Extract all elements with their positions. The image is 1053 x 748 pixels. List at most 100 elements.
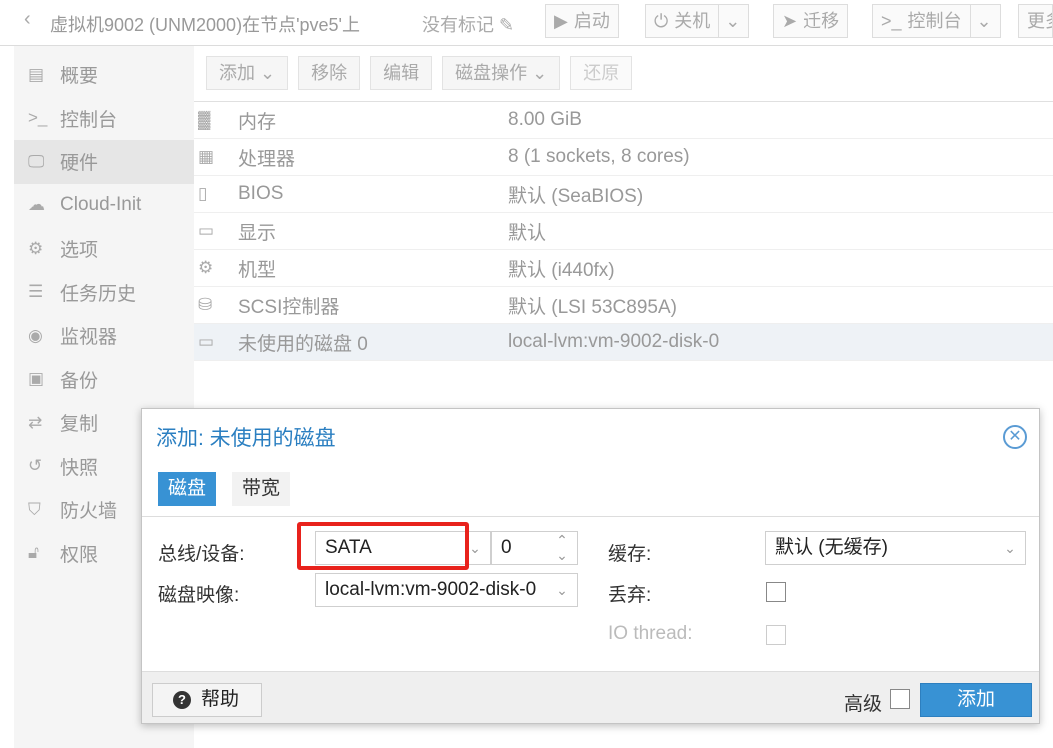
edit-button[interactable]: 编辑 bbox=[370, 56, 433, 90]
chevron-down-icon[interactable]: ⌄ bbox=[995, 532, 1025, 564]
dialog-title: 添加: 未使用的磁盘 bbox=[156, 426, 336, 450]
advanced-label: 高级 bbox=[844, 694, 883, 715]
unlock-icon: 🔓︎ bbox=[28, 543, 40, 563]
sidebar-item-summary[interactable]: ▤ 概要 bbox=[14, 53, 194, 97]
sidebar-item-label: 监视器 bbox=[60, 327, 118, 349]
revert-button[interactable]: 还原 bbox=[570, 56, 633, 90]
sidebar-item-label: 权限 bbox=[60, 544, 99, 566]
sidebar-item-monitor[interactable]: ◉ 监视器 bbox=[14, 314, 194, 358]
power-icon: ⏻ bbox=[654, 11, 669, 31]
discard-checkbox[interactable] bbox=[766, 582, 786, 602]
discard-label: 丢弃: bbox=[608, 585, 652, 606]
add-confirm-button[interactable]: 添加 bbox=[920, 683, 1032, 717]
hardware-row-memory[interactable]: ▓ 内存 8.00 GiB bbox=[194, 102, 1053, 139]
disk-action-button[interactable]: 磁盘操作 ⌄ bbox=[442, 56, 561, 90]
hardware-row-processor[interactable]: ▦ 处理器 8 (1 sockets, 8 cores) bbox=[194, 139, 1053, 176]
help-label: 帮助 bbox=[201, 689, 240, 710]
gear-icon: ⚙ bbox=[28, 238, 44, 258]
chevron-down-icon[interactable]: ⌄ bbox=[718, 5, 740, 37]
chevron-left-icon[interactable]: ‹ bbox=[24, 8, 31, 31]
book-icon: ▤ bbox=[28, 64, 45, 84]
floppy-icon: ▣ bbox=[28, 369, 45, 389]
play-icon: ▶ bbox=[554, 11, 568, 31]
hardware-row-display[interactable]: ▭ 显示 默认 bbox=[194, 213, 1053, 250]
remove-button[interactable]: 移除 bbox=[298, 56, 361, 90]
hardware-value: local-lvm:vm-9002-disk-0 bbox=[508, 331, 720, 352]
hardware-name: 未使用的磁盘 0 bbox=[238, 333, 368, 355]
sidebar-item-task-history[interactable]: ☰ 任务历史 bbox=[14, 271, 194, 315]
dialog-tabs: 磁盘 带宽 bbox=[158, 472, 291, 506]
sidebar-item-console[interactable]: >_ 控制台 bbox=[14, 97, 194, 141]
device-number-stepper[interactable]: 0 ⌃ ⌄ bbox=[491, 531, 578, 565]
bus-device-label: 总线/设备: bbox=[158, 544, 245, 565]
help-button[interactable]: ? 帮助 bbox=[152, 683, 262, 717]
sidebar-item-options[interactable]: ⚙ 选项 bbox=[14, 227, 194, 271]
header-bar: ‹ 虚拟机9002 (UNM2000)在节点'pve5'上 没有标记 ✎ ▶ 启动… bbox=[0, 0, 1053, 46]
spinner-icon[interactable]: ⌃ ⌄ bbox=[547, 532, 577, 564]
advanced-checkbox[interactable] bbox=[890, 689, 910, 709]
disk-image-select[interactable]: local-lvm:vm-9002-disk-0 ⌄ bbox=[315, 573, 578, 607]
sidebar-item-label: Cloud-Init bbox=[60, 194, 142, 216]
sidebar-item-hardware[interactable]: 🖵 硬件 bbox=[14, 140, 194, 184]
hardware-name: 显示 bbox=[238, 222, 277, 244]
sidebar-item-label: 任务历史 bbox=[60, 283, 137, 305]
disk-image-label: 磁盘映像: bbox=[158, 585, 240, 606]
sidebar-item-label: 控制台 bbox=[60, 109, 118, 131]
tags-label[interactable]: 没有标记 ✎ bbox=[422, 11, 514, 37]
sidebar-item-label: 快照 bbox=[60, 457, 99, 479]
desktop-icon: ▭ bbox=[198, 221, 215, 240]
more-button[interactable]: 更多 bbox=[1018, 4, 1053, 38]
monitor-icon: 🖵 bbox=[28, 151, 45, 171]
device-number-value: 0 bbox=[501, 537, 512, 558]
sidebar-item-label: 硬件 bbox=[60, 153, 99, 175]
sidebar-item-backup[interactable]: ▣ 备份 bbox=[14, 358, 194, 402]
sidebar-item-label: 概要 bbox=[60, 66, 99, 88]
chevron-down-icon: ⌄ bbox=[532, 63, 548, 83]
hardware-name: BIOS bbox=[238, 183, 284, 204]
cloud-icon: ☁ bbox=[28, 195, 45, 215]
migrate-label: 迁移 bbox=[803, 11, 840, 31]
sidebar-item-cloud-init[interactable]: ☁ Cloud-Init bbox=[14, 184, 194, 228]
migrate-button[interactable]: ➤ 迁移 bbox=[773, 4, 849, 38]
sidebar-item-label: 选项 bbox=[60, 240, 99, 262]
tab-bandwidth[interactable]: 带宽 bbox=[232, 472, 291, 506]
add-disk-dialog: 添加: 未使用的磁盘 ✕ 磁盘 带宽 总线/设备: SATA ⌄ 0 ⌃ ⌄ 磁盘映像… bbox=[141, 408, 1040, 724]
dialog-header: 添加: 未使用的磁盘 bbox=[142, 409, 1039, 464]
page-title: 虚拟机9002 (UNM2000)在节点'pve5'上 bbox=[50, 15, 360, 35]
iothread-checkbox[interactable] bbox=[766, 625, 786, 645]
dialog-form: 总线/设备: SATA ⌄ 0 ⌃ ⌄ 磁盘映像: local-lvm:vm-9002… bbox=[142, 516, 1039, 671]
terminal-icon: >_ bbox=[881, 11, 902, 31]
hardware-row-machine[interactable]: ⚙ 机型 默认 (i440fx) bbox=[194, 250, 1053, 287]
add-button[interactable]: 添加 ⌄ bbox=[206, 56, 289, 90]
hardware-row-bios[interactable]: ▯ BIOS 默认 (SeaBIOS) bbox=[194, 176, 1053, 213]
highlight-box bbox=[297, 522, 469, 570]
cpu-icon: ▦ bbox=[198, 147, 215, 166]
hardware-value: 默认 (i440fx) bbox=[508, 259, 615, 281]
cache-label: 缓存: bbox=[608, 544, 652, 565]
console-button[interactable]: >_ 控制台 ⌄ bbox=[872, 4, 1001, 38]
start-button[interactable]: ▶ 启动 bbox=[545, 4, 619, 38]
tab-disk[interactable]: 磁盘 bbox=[158, 472, 217, 506]
hardware-row-scsi-controller[interactable]: ⛁ SCSI控制器 默认 (LSI 53C895A) bbox=[194, 287, 1053, 324]
cache-select[interactable]: 默认 (无缓存) ⌄ bbox=[765, 531, 1026, 565]
memory-icon: ▓ bbox=[198, 110, 211, 129]
chevron-down-icon[interactable]: ⌄ bbox=[969, 5, 992, 37]
sidebar-item-label: 备份 bbox=[60, 370, 99, 392]
close-icon[interactable]: ✕ bbox=[1003, 425, 1027, 449]
shield-icon: ⛉ bbox=[28, 499, 41, 519]
hardware-value: 默认 (LSI 53C895A) bbox=[508, 296, 677, 318]
eye-icon: ◉ bbox=[28, 325, 43, 345]
sidebar-item-label: 防火墙 bbox=[60, 501, 118, 523]
dialog-footer: ? 帮助 高级 添加 bbox=[142, 671, 1039, 723]
chevron-down-icon[interactable]: ⌄ bbox=[547, 574, 577, 606]
cache-value: 默认 (无缓存) bbox=[775, 537, 888, 558]
hardware-value: 8 (1 sockets, 8 cores) bbox=[508, 146, 690, 167]
hardware-name: 内存 bbox=[238, 111, 277, 133]
more-label: 更多 bbox=[1027, 11, 1052, 31]
disk-action-label: 磁盘操作 bbox=[455, 63, 528, 83]
list-icon: ☰ bbox=[28, 282, 44, 302]
hardware-row-unused-disk[interactable]: ▭ 未使用的磁盘 0 local-lvm:vm-9002-disk-0 bbox=[194, 324, 1053, 361]
database-icon: ⛁ bbox=[198, 295, 213, 314]
hdd-icon: ▭ bbox=[198, 332, 215, 351]
shutdown-button[interactable]: ⏻ 关机 ⌄ bbox=[645, 4, 750, 38]
